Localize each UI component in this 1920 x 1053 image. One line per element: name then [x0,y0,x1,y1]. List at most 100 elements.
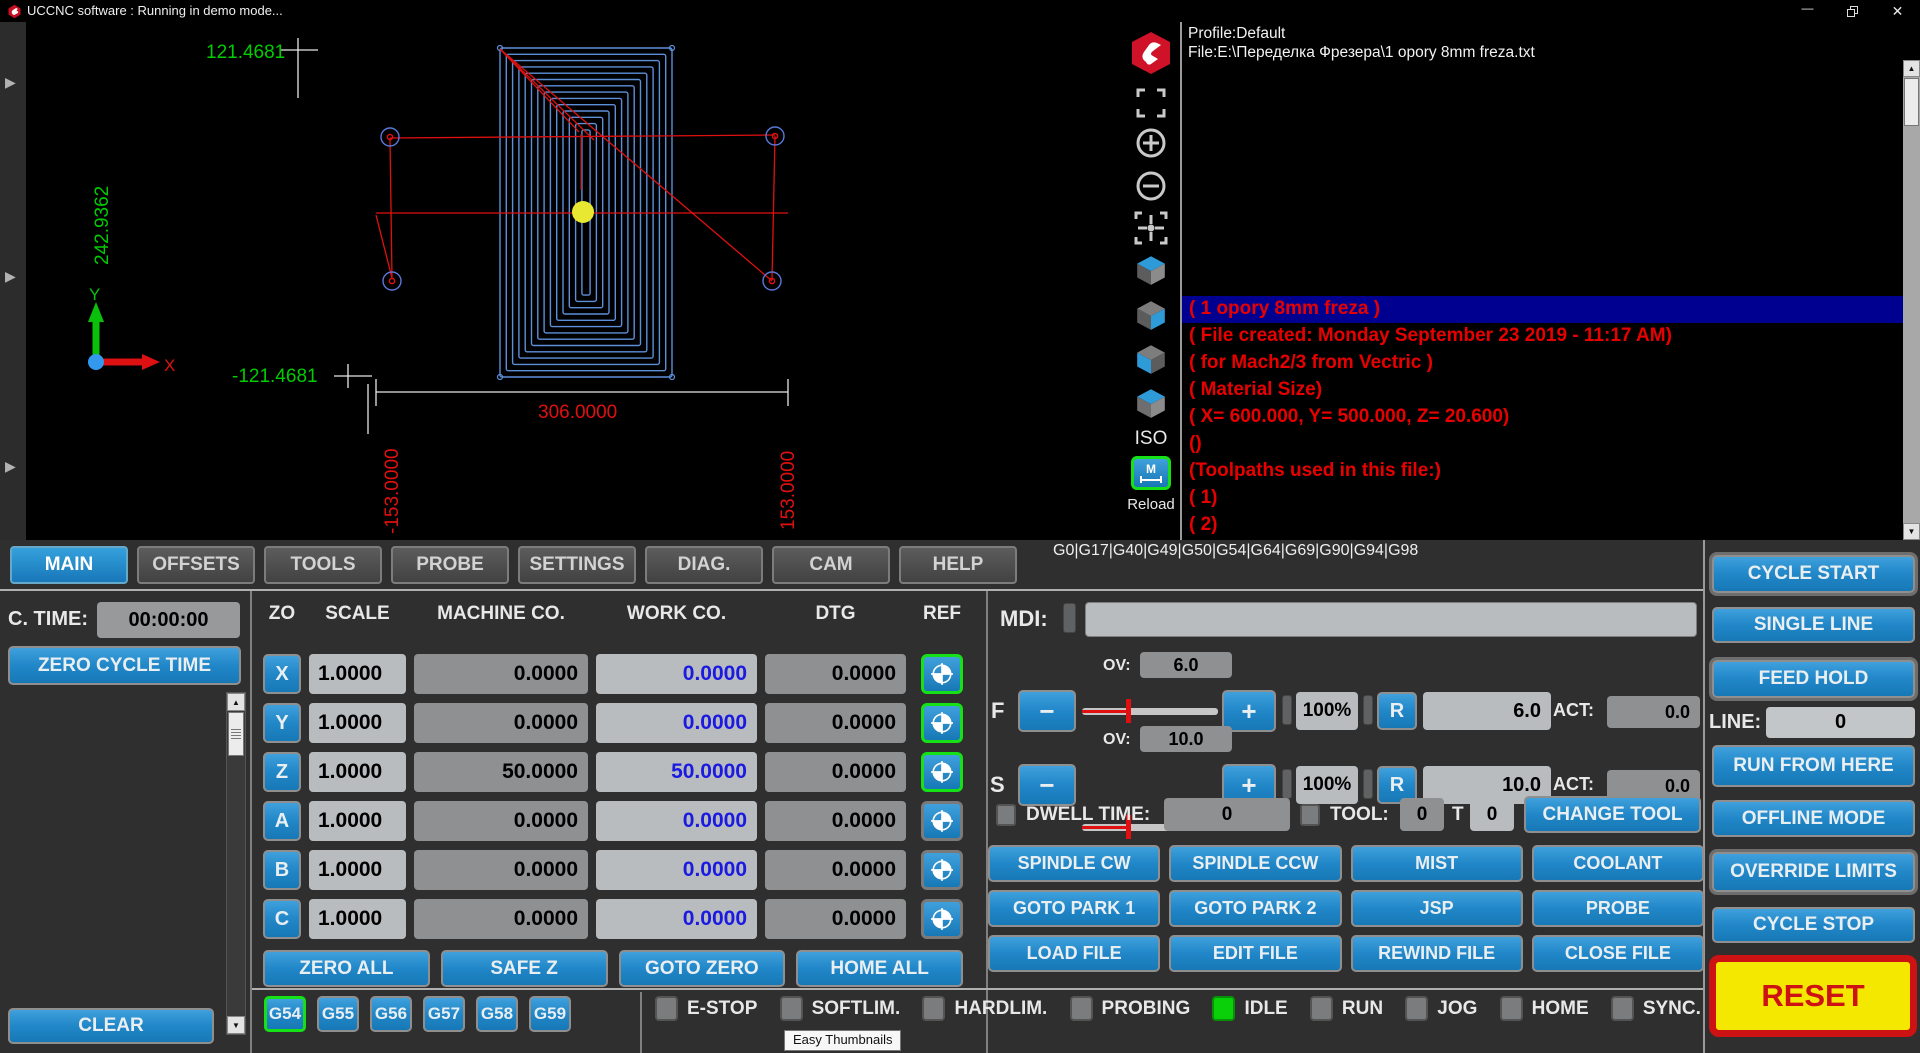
scroll-down-icon[interactable]: ▼ [1903,523,1920,540]
scrollbar-thumb[interactable] [228,712,244,756]
zero-y-button[interactable]: Y [263,703,301,743]
cycle-start-button[interactable]: CYCLE START [1712,555,1915,593]
tab-offsets[interactable]: OFFSETS [137,546,255,584]
gcode-line[interactable]: () [1182,431,1903,458]
gcode-line[interactable]: ( X= 600.000, Y= 500.000, Z= 20.600) [1182,404,1903,431]
scale-z-field[interactable]: 1.0000 [309,752,406,792]
g56-button[interactable]: G56 [370,996,412,1032]
flyout-arrow-icon[interactable]: ▶ [5,74,16,91]
offline-mode-button[interactable]: OFFLINE MODE [1712,800,1915,837]
toolpath-viewport[interactable]: ▶ ▶ ▶ 121.4681 242.9362 -121.4681 306.00… [0,22,1920,540]
work-co-b-field[interactable]: 0.0000 [596,850,757,890]
gcode-scrollbar[interactable]: ▲ ▼ [1903,60,1920,540]
zoom-in-icon[interactable] [1134,126,1168,160]
g58-button[interactable]: G58 [476,996,518,1032]
center-view-icon[interactable] [1134,211,1168,245]
minimize-button[interactable]: — [1785,0,1830,22]
g59-button[interactable]: G59 [529,996,571,1032]
single-line-button[interactable]: SINGLE LINE [1712,607,1915,643]
feed-reset-button[interactable]: R [1377,692,1417,730]
clear-button[interactable]: CLEAR [8,1008,214,1044]
close-button[interactable]: ✕ [1875,0,1920,22]
run-from-here-button[interactable]: RUN FROM HERE [1712,745,1915,787]
gcode-line[interactable]: ( 1) [1182,485,1903,512]
left-panel-scrollbar[interactable]: ▲ ▼ [226,692,246,1035]
goto-park1-button[interactable]: GOTO PARK 1 [988,890,1161,927]
zero-cycle-time-button[interactable]: ZERO CYCLE TIME [8,646,241,685]
gcode-line[interactable]: ( 2) [1182,512,1903,539]
zoom-out-icon[interactable] [1134,169,1168,203]
probe-button[interactable]: PROBE [1531,890,1704,927]
t-number-field[interactable]: 0 [1470,798,1514,831]
tab-main[interactable]: MAIN [10,546,128,584]
flyout-arrow-icon[interactable]: ▶ [5,268,16,285]
ref-a-button[interactable] [921,801,963,841]
spindle-100pct-button[interactable]: 100% [1296,766,1358,804]
tab-diag[interactable]: DIAG. [645,546,763,584]
g57-button[interactable]: G57 [423,996,465,1032]
spindle-cw-button[interactable]: SPINDLE CW [988,845,1161,882]
rewind-file-button[interactable]: REWIND FILE [1350,935,1523,972]
work-co-x-field[interactable]: 0.0000 [596,654,757,694]
dwell-time-field[interactable]: 0 [1164,798,1290,831]
flyout-arrow-icon[interactable]: ▶ [5,458,16,475]
tab-help[interactable]: HELP [899,546,1017,584]
tab-tools[interactable]: TOOLS [264,546,382,584]
slider-handle[interactable] [1126,699,1131,723]
safe-z-button[interactable]: SAFE Z [440,950,608,987]
cycle-stop-button[interactable]: CYCLE STOP [1712,907,1915,943]
jsp-button[interactable]: JSP [1350,890,1523,927]
g54-button[interactable]: G54 [264,996,306,1032]
feed-override-minus-button[interactable]: − [1018,690,1076,732]
ref-y-button[interactable] [921,703,963,743]
override-limits-button[interactable]: OVERRIDE LIMITS [1712,852,1915,892]
zero-z-button[interactable]: Z [263,752,301,792]
mdi-input[interactable] [1085,602,1697,637]
goto-park2-button[interactable]: GOTO PARK 2 [1169,890,1342,927]
zero-all-button[interactable]: ZERO ALL [263,950,430,987]
view-iso-cube-icon[interactable] [1134,386,1168,420]
gcode-line-current[interactable]: ( 1 opory 8mm freza ) [1182,296,1903,323]
scroll-down-icon[interactable]: ▼ [227,1016,245,1034]
work-co-y-field[interactable]: 0.0000 [596,703,757,743]
edit-file-button[interactable]: EDIT FILE [1169,935,1342,972]
scrollbar-thumb[interactable] [1904,78,1919,126]
reset-button[interactable]: RESET [1709,955,1917,1037]
scale-a-field[interactable]: 1.0000 [309,801,406,841]
tab-cam[interactable]: CAM [772,546,890,584]
scale-y-field[interactable]: 1.0000 [309,703,406,743]
ref-z-button[interactable] [921,752,963,792]
zero-x-button[interactable]: X [263,654,301,694]
feed-value-field[interactable]: 6.0 [1423,692,1551,730]
work-co-c-field[interactable]: 0.0000 [596,899,757,939]
tool-number-field[interactable]: 0 [1400,798,1444,831]
zoom-fit-icon[interactable] [1136,88,1166,118]
scale-c-field[interactable]: 1.0000 [309,899,406,939]
restore-button[interactable] [1830,0,1875,22]
reload-button[interactable]: Reload [1127,496,1175,513]
ref-x-button[interactable] [921,654,963,694]
ref-b-button[interactable] [921,850,963,890]
view-right-cube-icon[interactable] [1134,298,1168,332]
zero-a-button[interactable]: A [263,801,301,841]
gcode-line[interactable]: ( Material Size) [1182,377,1903,404]
zero-b-button[interactable]: B [263,850,301,890]
toolpath-drawing[interactable]: 121.4681 242.9362 -121.4681 306.0000 -15… [26,22,1122,540]
gcode-line[interactable]: (Toolpaths used in this file:) [1182,458,1903,485]
change-tool-button[interactable]: CHANGE TOOL [1524,796,1701,833]
mist-button[interactable]: MIST [1350,845,1523,882]
gcode-line[interactable]: ( File created: Monday September 23 2019… [1182,323,1903,350]
scale-x-field[interactable]: 1.0000 [309,654,406,694]
home-all-button[interactable]: HOME ALL [796,950,963,987]
scroll-up-icon[interactable]: ▲ [227,693,245,711]
feed-100pct-button[interactable]: 100% [1296,692,1358,730]
tab-probe[interactable]: PROBE [391,546,509,584]
feed-hold-button[interactable]: FEED HOLD [1712,660,1915,698]
coolant-button[interactable]: COOLANT [1531,845,1704,882]
g55-button[interactable]: G55 [317,996,359,1032]
goto-zero-button[interactable]: GOTO ZERO [618,950,786,987]
work-co-a-field[interactable]: 0.0000 [596,801,757,841]
scale-b-field[interactable]: 1.0000 [309,850,406,890]
gcode-line[interactable]: ( for Mach2/3 from Vectric ) [1182,350,1903,377]
tab-settings[interactable]: SETTINGS [518,546,636,584]
